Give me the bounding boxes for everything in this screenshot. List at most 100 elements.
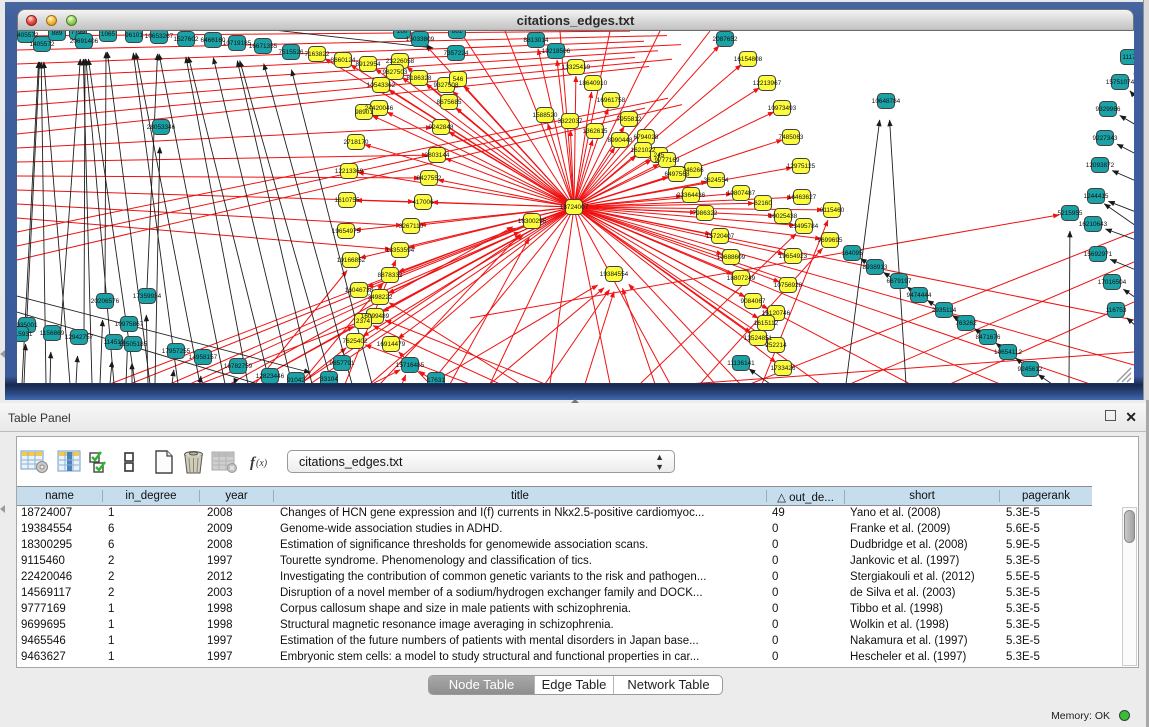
svg-text:889: 889: [52, 31, 63, 37]
svg-text:19166852: 19166852: [337, 257, 366, 264]
svg-text:7955812: 7955812: [617, 116, 642, 123]
svg-text:1405572: 1405572: [17, 32, 39, 39]
svg-text:8938913: 8938913: [863, 264, 888, 271]
svg-text:7625402: 7625402: [343, 338, 368, 345]
svg-text:12213967: 12213967: [753, 80, 782, 87]
svg-text:16120746: 16120746: [762, 310, 791, 317]
svg-text:16210643: 16210643: [1079, 221, 1108, 228]
svg-text:19654923: 19654923: [779, 253, 808, 260]
svg-text:116753: 116753: [1106, 307, 1127, 314]
svg-text:8471676: 8471676: [976, 334, 1001, 341]
svg-text:17631: 17631: [427, 377, 445, 383]
svg-text:9245612: 9245612: [1018, 366, 1043, 373]
svg-text:8878332: 8878332: [378, 272, 403, 279]
svg-text:98901: 98901: [355, 109, 373, 116]
svg-text:1362615: 1362615: [583, 128, 608, 135]
svg-text:1117: 1117: [1122, 54, 1134, 61]
svg-text:2718170: 2718170: [344, 139, 369, 146]
svg-text:10973493: 10973493: [768, 105, 797, 112]
svg-text:8990448: 8990448: [608, 137, 633, 144]
svg-text:12213369: 12213369: [335, 168, 364, 175]
svg-text:9115460: 9115460: [820, 207, 845, 214]
svg-text:10688609: 10688609: [717, 254, 746, 261]
svg-text:9827503: 9827503: [383, 69, 408, 76]
svg-text:10648784: 10648784: [872, 98, 901, 105]
svg-text:7515526: 7515526: [279, 49, 304, 56]
svg-text:546: 546: [453, 76, 464, 83]
svg-text:3498222: 3498222: [368, 294, 393, 301]
svg-text:1588520: 1588520: [533, 112, 558, 119]
svg-text:13353594: 13353594: [386, 247, 415, 254]
svg-text:7799: 7799: [71, 31, 86, 36]
svg-text:16033809: 16033809: [406, 36, 435, 43]
svg-text:20206576: 20206576: [91, 298, 120, 305]
svg-text:8186328: 8186328: [407, 75, 432, 82]
svg-text:6794028: 6794028: [634, 134, 659, 141]
svg-text:23364436: 23364436: [677, 192, 706, 199]
svg-text:17359934: 17359934: [133, 293, 162, 300]
svg-text:8427552: 8427552: [417, 175, 442, 182]
svg-text:16782759: 16782759: [224, 363, 253, 370]
svg-text:1621022: 1621022: [631, 147, 656, 154]
svg-text:12942757: 12942757: [65, 334, 94, 341]
svg-text:417006: 417006: [412, 199, 434, 206]
svg-text:16046738: 16046738: [345, 287, 374, 294]
svg-text:7986322: 7986322: [693, 210, 718, 217]
svg-text:1405572: 1405572: [30, 41, 55, 48]
svg-text:15692971: 15692971: [1084, 251, 1113, 258]
svg-text:1244415: 1244415: [1084, 193, 1109, 200]
svg-text:10756928: 10756928: [774, 282, 803, 289]
svg-text:16463627: 16463627: [788, 194, 817, 201]
svg-text:33104: 33104: [320, 376, 338, 383]
svg-text:5215955: 5215955: [1058, 210, 1083, 217]
svg-text:10543362: 10543362: [367, 82, 396, 89]
svg-text:28053346: 28053346: [147, 124, 176, 131]
svg-text:16671355: 16671355: [249, 43, 278, 50]
svg-text:12093872: 12093872: [1086, 162, 1115, 169]
svg-text:3322037: 3322037: [558, 118, 583, 125]
svg-text:9084067: 9084067: [741, 298, 766, 305]
svg-text:1610755: 1610755: [335, 197, 360, 204]
svg-text:7357224: 7357224: [444, 50, 469, 57]
svg-text:10653267: 10653267: [145, 33, 174, 40]
svg-text:3624554: 3624554: [704, 177, 729, 184]
svg-text:14958157: 14958157: [189, 354, 218, 361]
svg-text:252214: 252214: [765, 342, 787, 349]
svg-text:763262: 763262: [955, 320, 977, 327]
svg-text:19654975: 19654975: [332, 228, 361, 235]
svg-text:881: 881: [452, 31, 463, 35]
svg-text:62160: 62160: [754, 200, 772, 207]
svg-text:23226058: 23226058: [386, 58, 415, 65]
svg-text:12505185: 12505185: [119, 341, 148, 348]
svg-text:8912954: 8912954: [356, 61, 381, 68]
svg-text:1065: 1065: [101, 31, 116, 38]
svg-text:7485063: 7485063: [779, 134, 804, 141]
svg-text:1615112: 1615112: [754, 320, 779, 327]
svg-text:96101: 96101: [125, 32, 143, 39]
svg-text:8813014: 8813014: [524, 37, 549, 44]
svg-text:17957255: 17957255: [162, 348, 191, 355]
svg-text:9329966: 9329966: [1096, 106, 1121, 113]
svg-text:2935114: 2935114: [932, 307, 957, 314]
svg-text:18640910: 18640910: [579, 80, 608, 87]
svg-text:2803144: 2803144: [425, 152, 450, 159]
svg-text:6497568: 6497568: [665, 171, 690, 178]
svg-text:1527602: 1527602: [174, 36, 199, 43]
svg-text:15751074: 15751074: [1106, 79, 1134, 86]
svg-text:11136141: 11136141: [727, 360, 755, 367]
svg-text:160: 160: [397, 31, 408, 35]
svg-text:17016504: 17016504: [1098, 279, 1127, 286]
svg-text:18807249: 18807249: [727, 275, 756, 282]
svg-text:13524851: 13524851: [744, 335, 773, 342]
svg-text:23495784: 23495784: [790, 223, 819, 230]
svg-text:15720407: 15720407: [706, 233, 735, 240]
svg-text:(x): (x): [256, 458, 268, 469]
svg-text:12823446: 12823446: [256, 373, 285, 380]
svg-text:3915931: 3915931: [17, 331, 33, 338]
svg-text:935001: 935001: [17, 322, 38, 329]
svg-text:9699695: 9699695: [818, 237, 843, 244]
svg-text:164095: 164095: [841, 250, 863, 257]
svg-text:8660124: 8660124: [331, 57, 356, 64]
svg-text:1156869: 1156869: [40, 330, 65, 337]
svg-text:10975867: 10975867: [115, 321, 144, 328]
